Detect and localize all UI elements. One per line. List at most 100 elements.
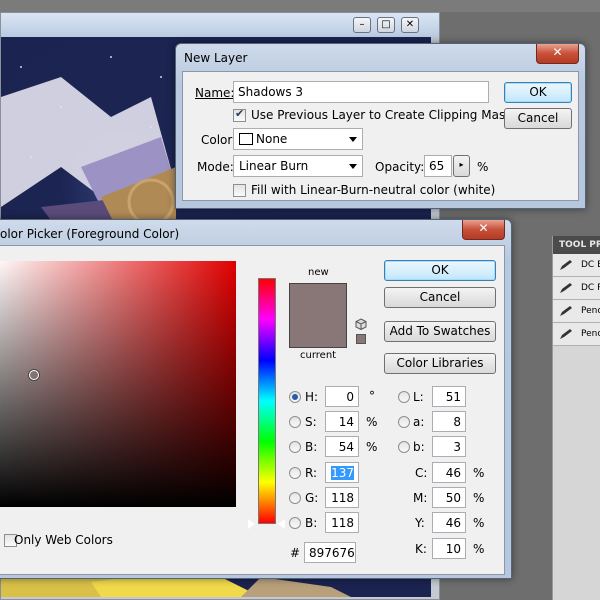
hue-input[interactable]: 0 [325, 386, 359, 407]
opacity-label: Opacity: [375, 160, 425, 174]
brightness-unit: % [366, 440, 378, 454]
new-color-label: new [308, 267, 329, 278]
blend-mode-select[interactable]: Linear Burn [233, 155, 363, 177]
green-channel-label: G: [305, 491, 319, 505]
blue-input[interactable]: 118 [325, 512, 359, 533]
lab-l-input[interactable]: 51 [432, 386, 466, 407]
brightness-radio[interactable] [289, 441, 301, 453]
cyan-channel-label: C: [415, 466, 428, 480]
tool-preset-item[interactable]: Penc [553, 300, 600, 323]
layer-color-value: None [256, 132, 288, 146]
color-label: Color: [201, 133, 237, 147]
opacity-input[interactable]: 65 [424, 155, 452, 177]
lab-a-radio[interactable] [398, 416, 410, 428]
lab-a-channel-label: a: [413, 415, 425, 429]
color-preview [289, 283, 347, 348]
cyan-input[interactable]: 46 [432, 462, 466, 483]
tool-preset-item[interactable]: Penc [553, 323, 600, 346]
app-top-strip [0, 0, 600, 12]
lab-b-input[interactable]: 3 [432, 436, 466, 457]
new-layer-close-button[interactable]: ✕ [536, 44, 579, 64]
pencil-icon [560, 260, 572, 270]
color-picker-cancel-button[interactable]: Cancel [384, 287, 496, 308]
tool-presets-panel: TOOL PR DC E DC P Penc Penc [552, 236, 600, 600]
red-radio[interactable] [289, 467, 301, 479]
new-layer-ok-button[interactable]: OK [504, 82, 572, 103]
web-safe-swatch[interactable] [356, 334, 366, 344]
tool-preset-label: DC P [581, 283, 600, 293]
magenta-unit: % [473, 491, 485, 505]
tool-preset-label: Penc [581, 306, 600, 316]
red-input-value: 137 [331, 466, 354, 480]
chevron-down-icon [349, 137, 357, 142]
layer-color-select[interactable]: None [233, 128, 363, 150]
layer-name-input[interactable]: Shadows 3 [233, 81, 489, 103]
minimize-button[interactable]: – [353, 17, 371, 33]
neutral-fill-label: Fill with Linear-Burn-neutral color (whi… [251, 183, 496, 197]
new-layer-client: Name: Shadows 3 Use Previous Layer to Cr… [182, 71, 579, 201]
cyan-unit: % [473, 466, 485, 480]
tool-preset-label: Penc [581, 329, 600, 339]
blue-radio[interactable] [289, 517, 301, 529]
current-color-swatch[interactable] [290, 316, 346, 347]
saturation-brightness-field[interactable] [0, 261, 236, 507]
lab-l-channel-label: L: [413, 390, 424, 404]
color-libraries-button[interactable]: Color Libraries [384, 353, 496, 374]
hue-slider-right-handle[interactable] [278, 519, 285, 529]
green-radio[interactable] [289, 492, 301, 504]
tool-preset-item[interactable]: DC E [553, 254, 600, 277]
red-channel-label: R: [305, 466, 318, 480]
close-icon: ✕ [405, 19, 415, 30]
document-titlebar: – □ ✕ [1, 13, 439, 37]
yellow-input[interactable]: 46 [432, 512, 466, 533]
add-to-swatches-button[interactable]: Add To Swatches [384, 321, 496, 342]
maximize-button[interactable]: □ [377, 17, 395, 33]
lab-b-radio[interactable] [398, 441, 410, 453]
saturation-unit: % [366, 415, 378, 429]
new-layer-title: New Layer [184, 51, 248, 65]
new-layer-dialog: New Layer ✕ Name: Shadows 3 Use Previous… [175, 43, 586, 209]
clipping-mask-checkbox[interactable] [233, 107, 246, 122]
black-input[interactable]: 10 [432, 538, 466, 559]
opacity-unit: % [477, 160, 489, 174]
blend-mode-value: Linear Burn [239, 159, 309, 173]
hue-channel-label: H: [305, 390, 319, 404]
opacity-slider-button[interactable]: ▸ [453, 155, 470, 177]
hue-radio[interactable] [289, 391, 301, 403]
hex-input[interactable]: 897676 [304, 542, 356, 563]
pencil-icon [560, 283, 572, 293]
maximize-icon: □ [381, 19, 391, 30]
close-document-button[interactable]: ✕ [401, 17, 419, 33]
lab-a-input[interactable]: 8 [432, 411, 466, 432]
tool-preset-item[interactable]: DC P [553, 277, 600, 300]
brightness-channel-label: B: [305, 440, 318, 454]
green-input[interactable]: 118 [325, 487, 359, 508]
color-picker-ok-button[interactable]: OK [384, 260, 496, 281]
pencil-icon [560, 306, 572, 316]
out-of-gamut-cube-icon[interactable] [355, 318, 367, 330]
red-input[interactable]: 137 [325, 462, 359, 483]
hex-label: # [290, 546, 301, 560]
current-color-label: current [300, 350, 337, 361]
saturation-input[interactable]: 14 [325, 411, 359, 432]
hue-slider[interactable] [258, 278, 276, 524]
magenta-input[interactable]: 50 [432, 487, 466, 508]
hue-slider-left-handle[interactable] [248, 519, 255, 529]
blue-channel-label: B: [305, 516, 318, 530]
color-picker-client: Only Web Colors new current OK Cancel Ad… [0, 245, 505, 575]
new-color-swatch [290, 284, 346, 316]
color-field-cursor[interactable] [29, 370, 39, 380]
clipping-mask-label: Use Previous Layer to Create Clipping Ma… [251, 108, 513, 122]
saturation-channel-label: S: [305, 415, 317, 429]
neutral-fill-checkbox[interactable] [233, 184, 246, 197]
mode-label: Mode: [197, 160, 234, 174]
color-field-area[interactable] [0, 261, 250, 508]
saturation-radio[interactable] [289, 416, 301, 428]
minimize-icon: – [359, 19, 365, 30]
color-picker-close-button[interactable]: ✕ [462, 220, 505, 240]
black-channel-label: K: [415, 542, 427, 556]
brightness-input[interactable]: 54 [325, 436, 359, 457]
lab-l-radio[interactable] [398, 391, 410, 403]
color-picker-title: olor Picker (Foreground Color) [0, 227, 180, 241]
new-layer-cancel-button[interactable]: Cancel [504, 108, 572, 129]
